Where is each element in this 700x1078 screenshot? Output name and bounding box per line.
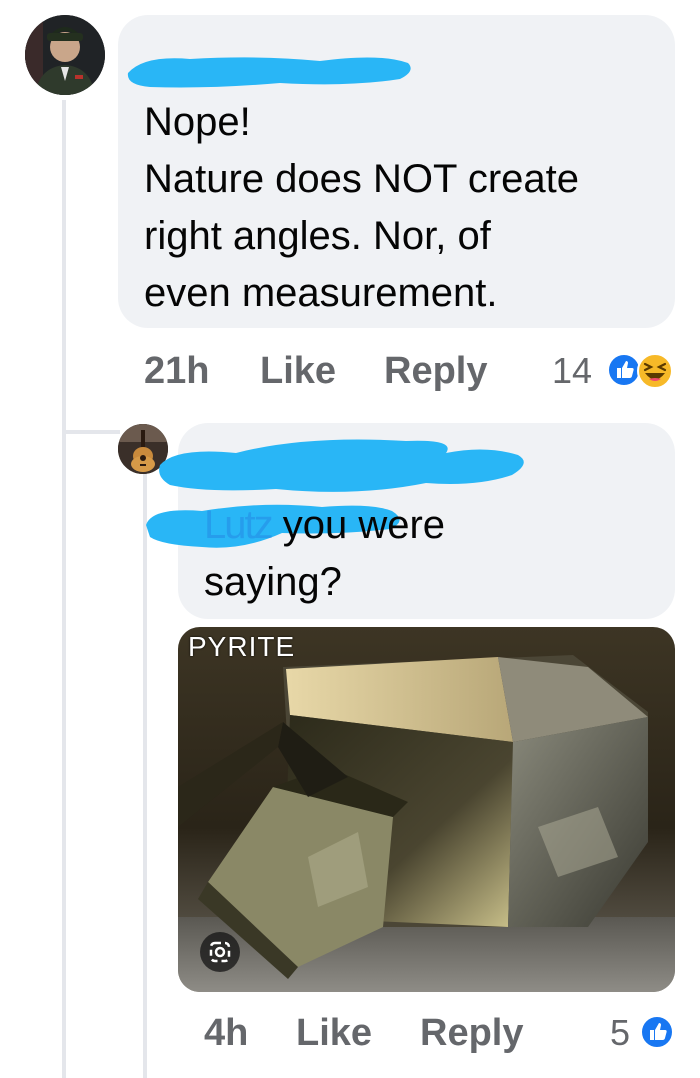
reply-text: Lutz you were saying?: [204, 497, 664, 611]
comment-bubble: Nope! Nature does NOT create right angle…: [118, 15, 675, 328]
haha-icon[interactable]: [636, 352, 674, 390]
reply-reaction-count[interactable]: 5: [610, 1008, 630, 1058]
pyrite-crystal-photo: [178, 627, 675, 992]
reply-like-button[interactable]: Like: [296, 1008, 372, 1058]
comment-reaction-count[interactable]: 14: [552, 346, 592, 396]
thread-line-reply: [143, 472, 147, 1078]
visual-search-icon[interactable]: [200, 932, 240, 972]
reply-reply-button[interactable]: Reply: [420, 1008, 523, 1058]
portrait-photo: [25, 15, 105, 95]
lens-glyph: [209, 941, 231, 963]
comment-actions: 21h Like Reply 14: [0, 346, 700, 396]
image-caption-label: PYRITE: [188, 631, 296, 662]
mention-link[interactable]: Lutz: [204, 503, 274, 547]
reply-timestamp[interactable]: 4h: [204, 1008, 248, 1058]
thread-line-main: [62, 100, 66, 1078]
comment-reply-button[interactable]: Reply: [384, 346, 487, 396]
reply-actions: 4h Like Reply 5: [0, 1008, 700, 1058]
redacted-author-name: [127, 57, 411, 88]
commenter-avatar[interactable]: [25, 15, 105, 95]
reply-bubble: Lutz you were saying?: [146, 423, 675, 619]
comment-timestamp[interactable]: 21h: [144, 346, 209, 396]
reply-image-attachment[interactable]: PYRITE: [178, 627, 675, 992]
comment-like-button[interactable]: Like: [260, 346, 336, 396]
comment-text: Nope! Nature does NOT create right angle…: [144, 100, 580, 315]
like-icon[interactable]: [640, 1015, 674, 1049]
thread-line-branch: [62, 430, 120, 434]
